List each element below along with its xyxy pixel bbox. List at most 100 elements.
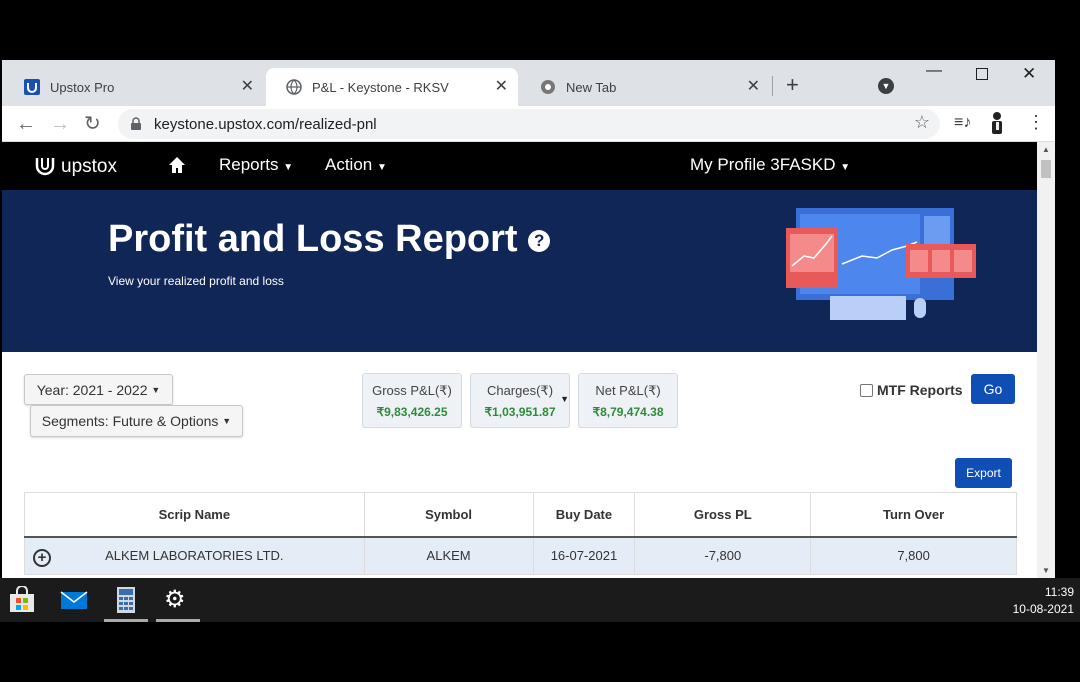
media-control-icon[interactable]: ≡♪ xyxy=(954,114,971,132)
column-header-scrip-name[interactable]: Scrip Name xyxy=(24,492,365,538)
net-pnl-value: ₹8,79,474.38 xyxy=(592,405,664,419)
lock-icon xyxy=(130,117,142,135)
page-subtitle: View your realized profit and loss xyxy=(108,274,284,288)
address-text: keystone.upstox.com/realized-pnl xyxy=(154,115,377,133)
hero-banner: Profit and Loss Report ? View your reali… xyxy=(2,190,1037,352)
back-arrow-icon[interactable]: ← xyxy=(16,112,36,136)
reload-icon[interactable]: ↻ xyxy=(84,112,101,136)
mtf-checkbox[interactable] xyxy=(860,383,873,397)
gross-pl-cell: -7,800 xyxy=(634,536,812,575)
action-menu[interactable]: Action ▼ xyxy=(325,155,387,175)
upstox-logo-text: upstox xyxy=(61,156,117,177)
charges-card[interactable]: Charges(₹) ₹1,03,951.87 ▼ xyxy=(470,373,570,428)
browser-window: Upstox Pro ✕ P&L - Keystone - RKSV ✕ New… xyxy=(2,60,1055,578)
column-header-turn-over[interactable]: Turn Over xyxy=(810,492,1017,538)
store-icon[interactable] xyxy=(8,585,36,614)
net-pnl-card: Net P&L(₹) ₹8,79,474.38 xyxy=(578,373,678,428)
top-nav: upstox Reports ▼ Action ▼ My Profile 3FA… xyxy=(2,142,1037,190)
year-dropdown[interactable]: Year: 2021 - 2022 ▼ xyxy=(24,374,173,405)
calculator-icon[interactable] xyxy=(112,586,140,614)
caret-down-icon: ▼ xyxy=(283,162,294,173)
turn-over-cell: 7,800 xyxy=(810,536,1017,575)
profile-menu[interactable]: My Profile 3FASKD ▼ xyxy=(690,155,850,175)
bookmark-star-icon[interactable]: ☆ xyxy=(914,112,930,133)
mail-icon[interactable] xyxy=(60,586,88,614)
buy-date-cell: 16-07-2021 xyxy=(532,536,636,575)
column-header-gross-pl[interactable]: Gross PL xyxy=(634,492,812,538)
tab-upstox-pro[interactable]: Upstox Pro ✕ xyxy=(4,68,264,106)
globe-icon xyxy=(286,79,302,95)
close-tab-icon[interactable]: ✕ xyxy=(495,78,508,96)
column-header-buy-date[interactable]: Buy Date xyxy=(532,492,636,538)
pnl-table: Scrip Name Symbol Buy Date Gross PL Turn… xyxy=(24,492,1017,575)
net-pnl-label: Net P&L(₹) xyxy=(595,383,661,398)
year-dropdown-label: Year: 2021 - 2022 xyxy=(36,381,148,398)
charges-value: ₹1,03,951.87 xyxy=(484,405,556,419)
report-illustration xyxy=(782,206,978,329)
tab-title: P&L - Keystone - RKSV xyxy=(312,79,449,95)
scrollbar-thumb[interactable] xyxy=(1041,160,1051,178)
caret-down-icon: ▼ xyxy=(376,162,387,173)
charges-label: Charges(₹) xyxy=(486,383,554,398)
page-content: upstox Reports ▼ Action ▼ My Profile 3FA… xyxy=(2,142,1037,578)
column-header-symbol[interactable]: Symbol xyxy=(363,492,534,538)
caret-down-icon: ▼ xyxy=(151,384,161,395)
symbol-cell: ALKEM xyxy=(363,536,534,575)
caret-down-icon: ▼ xyxy=(840,162,851,173)
tab-divider xyxy=(772,76,773,96)
tab-search-icon[interactable]: ▼ xyxy=(878,78,894,94)
browser-toolbar: ← → ↻ keystone.upstox.com/realized-pnl ☆… xyxy=(2,106,1055,142)
reports-menu[interactable]: Reports ▼ xyxy=(219,155,293,175)
scroll-up-icon[interactable]: ▲ xyxy=(1042,145,1050,154)
home-icon[interactable] xyxy=(168,156,186,179)
help-question-icon[interactable]: ? xyxy=(528,229,551,252)
upstox-logo[interactable] xyxy=(34,154,56,183)
page-title-text: Profit and Loss Report xyxy=(108,218,518,260)
settings-gear-icon[interactable]: ⚙ xyxy=(164,586,192,614)
export-button[interactable]: Export xyxy=(955,458,1012,488)
taskbar: ⚙ 11:39 10-08-2021 xyxy=(0,578,1080,622)
maximize-icon[interactable] xyxy=(976,68,988,80)
screen: Upstox Pro ✕ P&L - Keystone - RKSV ✕ New… xyxy=(0,0,1080,682)
address-bar[interactable]: keystone.upstox.com/realized-pnl ☆ xyxy=(118,109,940,139)
caret-down-icon: ▼ xyxy=(222,416,232,426)
segments-dropdown[interactable]: Segments: Future & Options ▼ xyxy=(30,405,243,437)
close-tab-icon[interactable]: ✕ xyxy=(241,78,254,96)
mtf-label: MTF Reports xyxy=(877,382,963,398)
action-label: Action xyxy=(325,155,373,174)
active-app-indicator xyxy=(156,619,200,622)
tab-new-tab[interactable]: New Tab ✕ xyxy=(520,68,770,106)
close-tab-icon[interactable]: ✕ xyxy=(747,78,760,96)
mtf-reports-toggle[interactable]: MTF Reports xyxy=(860,382,963,398)
table-header-row: Scrip Name Symbol Buy Date Gross PL Turn… xyxy=(24,492,1017,538)
page-scrollbar[interactable]: ▲ ▼ xyxy=(1037,142,1055,578)
gross-pnl-value: ₹9,83,426.25 xyxy=(376,405,448,419)
kebab-menu-icon[interactable]: ⋮ xyxy=(1027,112,1045,133)
profile-avatar[interactable] xyxy=(990,111,1004,135)
system-clock[interactable]: 11:39 10-08-2021 xyxy=(1013,584,1074,618)
tab-pnl-keystone[interactable]: P&L - Keystone - RKSV ✕ xyxy=(266,68,518,106)
tab-title: New Tab xyxy=(566,79,617,95)
gross-pnl-label: Gross P&L(₹) xyxy=(372,383,452,398)
tab-bar: Upstox Pro ✕ P&L - Keystone - RKSV ✕ New… xyxy=(2,60,1055,106)
close-window-icon[interactable]: ✕ xyxy=(1022,64,1036,84)
new-tab-plus-icon[interactable]: + xyxy=(786,72,799,98)
table-row[interactable]: + ALKEM LABORATORIES LTD. ALKEM 16-07-20… xyxy=(24,536,1017,575)
caret-down-icon[interactable]: ▼ xyxy=(560,394,569,404)
go-button[interactable]: Go xyxy=(971,374,1015,404)
segments-dropdown-label: Segments: Future & Options xyxy=(41,413,219,429)
clock-date: 10-08-2021 xyxy=(1012,602,1074,616)
scroll-down-icon[interactable]: ▼ xyxy=(1042,566,1050,575)
tab-title: Upstox Pro xyxy=(50,79,115,95)
minimize-icon[interactable]: — xyxy=(926,62,942,80)
page-title: Profit and Loss Report ? xyxy=(108,218,551,261)
gross-pnl-card: Gross P&L(₹) ₹9,83,426.25 xyxy=(362,373,462,428)
forward-arrow-icon[interactable]: → xyxy=(50,112,70,136)
profile-label: My Profile 3FASKD xyxy=(690,155,836,174)
scrip-name: ALKEM LABORATORIES LTD. xyxy=(105,548,284,564)
upstox-favicon-icon xyxy=(24,79,40,95)
chrome-icon xyxy=(540,79,556,95)
expand-row-icon[interactable]: + xyxy=(33,548,51,567)
active-app-indicator xyxy=(104,619,148,622)
reports-label: Reports xyxy=(219,155,279,174)
